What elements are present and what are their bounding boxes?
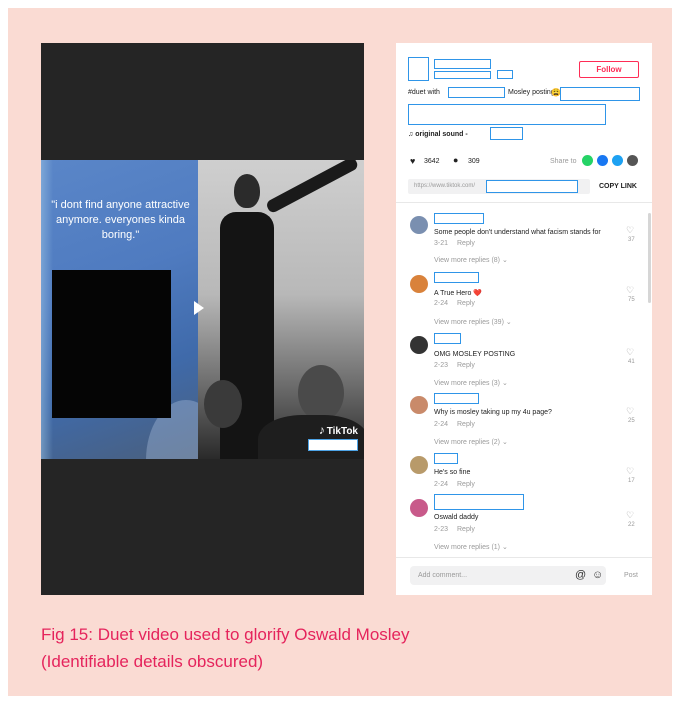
watermark-label: TikTok bbox=[326, 426, 358, 437]
share-label: Share to bbox=[550, 158, 577, 165]
tiktok-logo-icon: ♪ bbox=[318, 423, 325, 437]
video-overlay-quote: "i dont find anyone attractive anymore. … bbox=[51, 199, 190, 241]
divider bbox=[396, 202, 652, 203]
view-more-replies[interactable]: View more replies (8) ⌄ bbox=[434, 256, 508, 264]
copy-link-button[interactable]: COPY LINK bbox=[599, 183, 637, 190]
comment-date: 2-24 bbox=[434, 421, 449, 428]
comment-like-count: 75 bbox=[628, 297, 635, 303]
redacted-avatar bbox=[408, 57, 429, 81]
comment-avatar[interactable] bbox=[410, 499, 428, 517]
duet-right-clip: ♪ TikTok bbox=[198, 160, 364, 459]
redacted-commenter bbox=[434, 453, 458, 464]
like-count: 3642 bbox=[424, 158, 440, 165]
mention-icon[interactable]: @ bbox=[575, 569, 586, 581]
link-text: https://www.tiktok.com/ bbox=[414, 183, 476, 189]
redacted-nickname bbox=[434, 71, 491, 79]
duet-left-clip: "i dont find anyone attractive anymore. … bbox=[41, 160, 198, 459]
reply-link[interactable]: Reply bbox=[457, 481, 475, 488]
comment-text: Why is mosley taking up my 4u page? bbox=[434, 409, 552, 416]
comment-input[interactable]: Add comment... @ ☺ bbox=[410, 566, 606, 585]
comments-scrollbar[interactable] bbox=[648, 213, 651, 303]
caption-line-2: (Identifiable details obscured) bbox=[41, 652, 264, 671]
redacted-link-path bbox=[486, 180, 578, 193]
redacted-face-box bbox=[52, 270, 171, 418]
sound-label[interactable]: ♫ original sound - bbox=[408, 131, 468, 138]
tiktok-post-panel: Follow #duet with Mosley posting 😩 ♫ ori… bbox=[396, 43, 652, 595]
figure-caption: Fig 15: Duet video used to glorify Oswal… bbox=[41, 621, 410, 675]
comment-avatar[interactable] bbox=[410, 396, 428, 414]
comment-like-count: 25 bbox=[628, 418, 635, 424]
redacted-commenter bbox=[434, 213, 484, 224]
view-more-replies[interactable]: View more replies (2) ⌄ bbox=[434, 438, 508, 446]
twitter-icon[interactable] bbox=[612, 155, 623, 166]
redacted-commenter bbox=[434, 494, 524, 510]
comment-icon[interactable]: ● bbox=[453, 155, 458, 165]
like-icon[interactable]: ♥ bbox=[410, 156, 415, 166]
comment-like-count: 41 bbox=[628, 359, 635, 365]
comment-avatar[interactable] bbox=[410, 216, 428, 234]
comment-date: 2-24 bbox=[434, 300, 449, 307]
comment-text: Some people don't understand what facism… bbox=[434, 229, 601, 236]
comment-text: A True Hero ❤️ bbox=[434, 290, 483, 297]
comment-date: 2-23 bbox=[434, 362, 449, 369]
whatsapp-icon[interactable] bbox=[582, 155, 593, 166]
caption-line-1: Fig 15: Duet video used to glorify Oswal… bbox=[41, 625, 410, 644]
tiktok-watermark: ♪ TikTok bbox=[319, 423, 358, 437]
redacted-commenter bbox=[434, 272, 479, 283]
reply-link[interactable]: Reply bbox=[457, 240, 475, 247]
comment-avatar[interactable] bbox=[410, 456, 428, 474]
comment-text: OMG MOSLEY POSTING bbox=[434, 351, 516, 358]
comment-heart-icon[interactable]: ♡ bbox=[626, 285, 634, 296]
comment-like-count: 22 bbox=[628, 522, 635, 528]
comment-heart-icon[interactable]: ♡ bbox=[626, 466, 634, 477]
reply-link[interactable]: Reply bbox=[457, 526, 475, 533]
redacted-username bbox=[434, 59, 491, 69]
facebook-icon[interactable] bbox=[597, 155, 608, 166]
comment-heart-icon[interactable]: ♡ bbox=[626, 347, 634, 358]
view-more-replies[interactable]: View more replies (1) ⌄ bbox=[434, 543, 508, 551]
view-more-replies[interactable]: View more replies (3) ⌄ bbox=[434, 379, 508, 387]
redacted-duet-handle bbox=[448, 87, 505, 98]
reply-link[interactable]: Reply bbox=[457, 421, 475, 428]
play-icon[interactable] bbox=[194, 301, 204, 315]
comment-count: 309 bbox=[468, 158, 480, 165]
comment-placeholder: Add comment... bbox=[418, 572, 468, 579]
redacted-commenter bbox=[434, 333, 461, 344]
follow-button[interactable]: Follow bbox=[579, 61, 639, 78]
post-comment-button[interactable]: Post bbox=[624, 572, 638, 579]
view-more-replies[interactable]: View more replies (39) ⌄ bbox=[434, 318, 512, 326]
divider bbox=[396, 557, 652, 558]
comment-date: 2-23 bbox=[434, 526, 449, 533]
emoji-icon[interactable]: ☺ bbox=[592, 569, 603, 581]
comment-heart-icon[interactable]: ♡ bbox=[626, 225, 634, 236]
comment-date: 2-24 bbox=[434, 481, 449, 488]
redacted-handle-box bbox=[308, 439, 358, 451]
comment-heart-icon[interactable]: ♡ bbox=[626, 510, 634, 521]
duet-video-player[interactable]: "i dont find anyone attractive anymore. … bbox=[41, 43, 364, 595]
redacted-hashtags bbox=[408, 104, 606, 125]
comment-text: He's so fine bbox=[434, 469, 471, 476]
comment-avatar[interactable] bbox=[410, 275, 428, 293]
comment-heart-icon[interactable]: ♡ bbox=[626, 406, 634, 417]
comment-like-count: 37 bbox=[628, 237, 635, 243]
comment-text: Oswald daddy bbox=[434, 514, 479, 521]
comment-date: 3-21 bbox=[434, 240, 449, 247]
redacted-caption-tail bbox=[560, 87, 640, 101]
redacted-commenter bbox=[434, 393, 479, 404]
reply-link[interactable]: Reply bbox=[457, 362, 475, 369]
reply-link[interactable]: Reply bbox=[457, 300, 475, 307]
comment-avatar[interactable] bbox=[410, 336, 428, 354]
comment-like-count: 17 bbox=[628, 478, 635, 484]
caption-text: Mosley posting bbox=[508, 89, 555, 96]
redacted-date bbox=[497, 70, 513, 79]
caption-prefix: #duet with bbox=[408, 89, 440, 96]
redacted-sound-owner bbox=[490, 127, 523, 140]
more-share-icon[interactable] bbox=[627, 155, 638, 166]
